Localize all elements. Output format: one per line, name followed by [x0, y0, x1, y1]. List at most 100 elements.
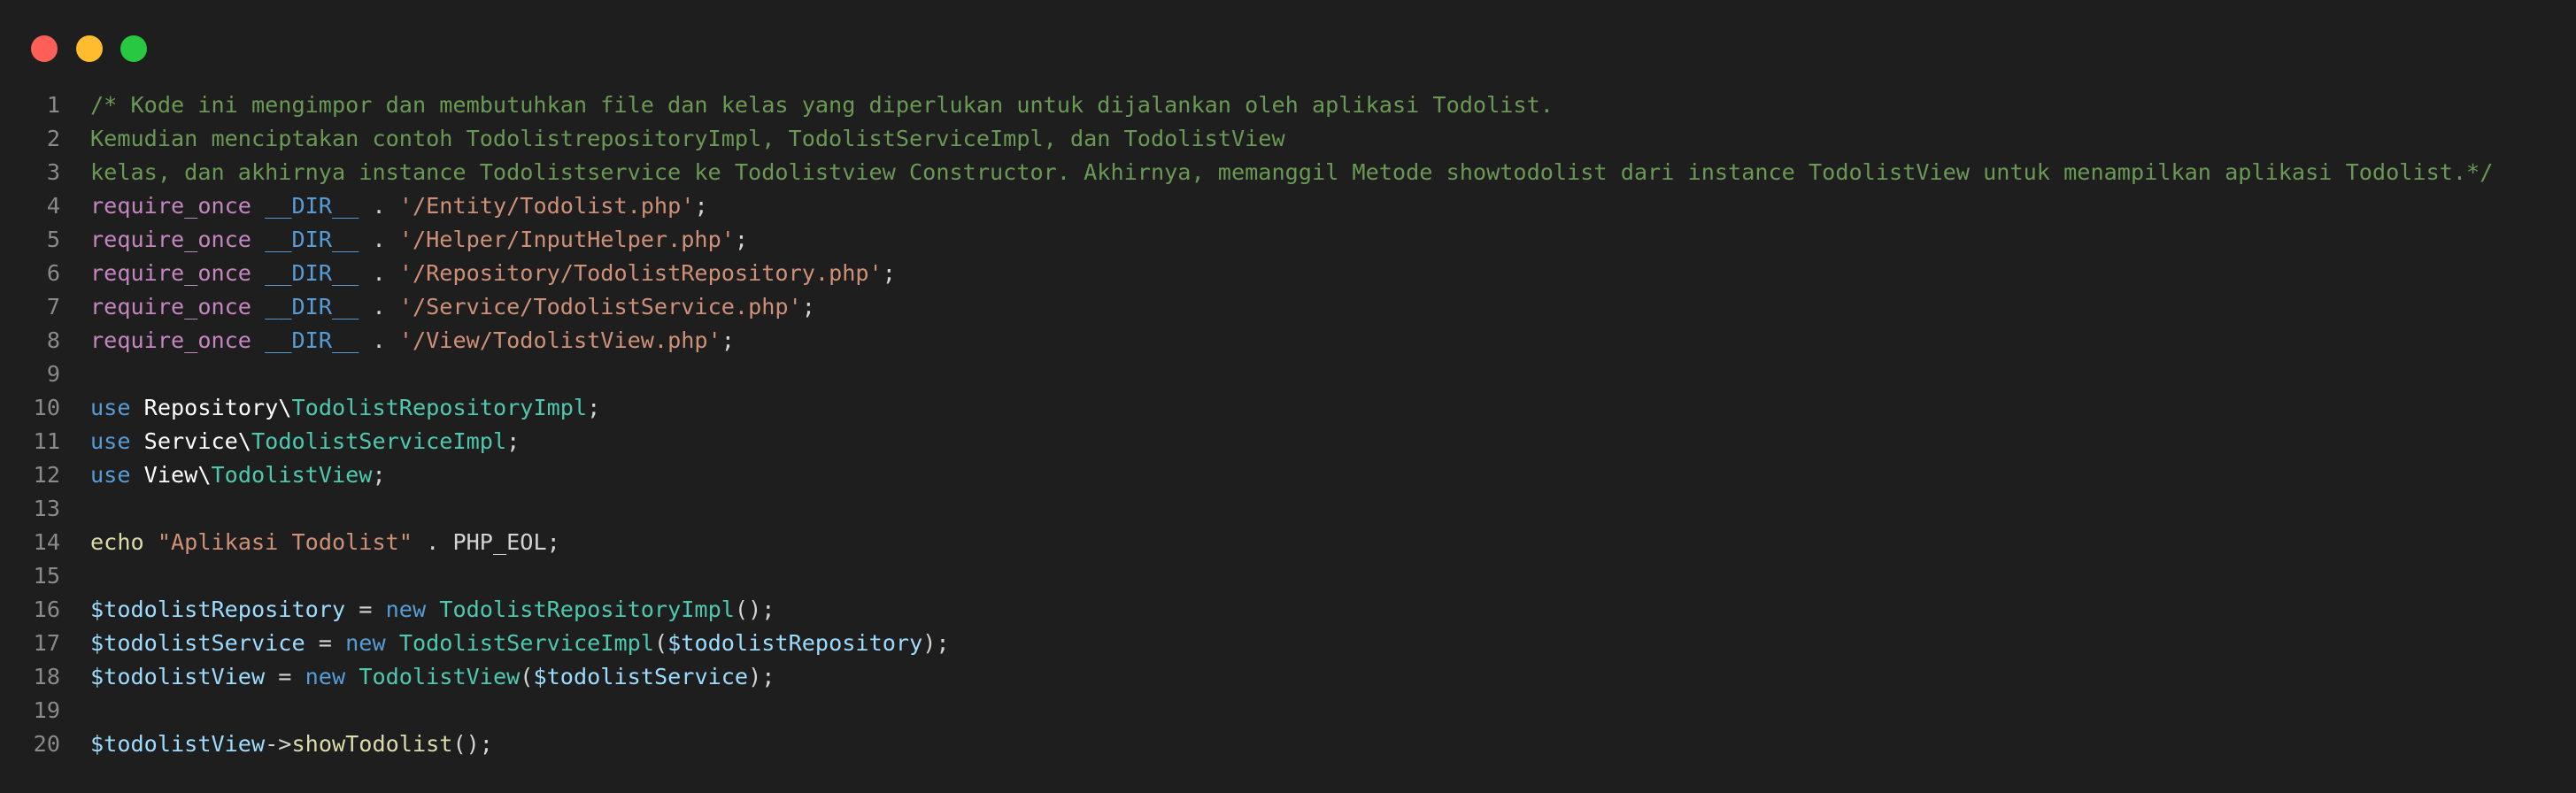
- code-token: ;: [694, 193, 708, 219]
- line-source: $todolistView = new TodolistView($todoli…: [60, 660, 775, 694]
- code-token: use: [90, 428, 131, 454]
- code-token: require_once: [90, 294, 251, 320]
- line-number: 9: [46, 361, 60, 387]
- code-token: '/Service/TodolistService.php': [398, 294, 802, 320]
- code-token: new: [305, 664, 346, 689]
- code-token: (: [653, 630, 668, 656]
- code-token: ;: [587, 395, 601, 420]
- code-token: new: [345, 630, 386, 656]
- code-token: $todolistService: [533, 664, 749, 689]
- code-token: new: [385, 597, 427, 622]
- code-token: ;: [734, 227, 749, 252]
- minimize-window-icon[interactable]: [76, 35, 103, 62]
- line-source: $todolistView->showTodolist();: [60, 728, 493, 761]
- code-token: $todolistView: [90, 731, 266, 757]
- line-source: require_once __DIR__ . '/Repository/Todo…: [60, 257, 896, 290]
- code-token: echo: [90, 529, 144, 555]
- line-source: use Repository\TodolistRepositoryImpl;: [60, 391, 600, 425]
- code-token: TodolistRepositoryImpl: [439, 597, 735, 622]
- code-token: __DIR__: [265, 327, 359, 353]
- line-source: /* Kode ini mengimpor dan membutuhkan fi…: [60, 89, 1554, 122]
- line-source: kelas, dan akhirnya instance Todolistser…: [60, 156, 2493, 189]
- code-token: TodolistView: [359, 664, 521, 689]
- code-token: '/Helper/InputHelper.php': [398, 227, 735, 252]
- line-source: use View\TodolistView;: [60, 458, 386, 492]
- line-number: 13: [33, 496, 60, 521]
- code-token: .: [359, 327, 399, 353]
- code-token: $todolistRepository: [90, 597, 346, 622]
- code-token: '/Repository/TodolistRepository.php': [398, 260, 883, 286]
- code-line: 1 /* Kode ini mengimpor dan membutuhkan f…: [0, 89, 2576, 122]
- code-token: . PHP_EOL;: [412, 529, 560, 555]
- code-token: $todolistService: [90, 630, 305, 656]
- code-token: require_once: [90, 327, 251, 353]
- code-token: ;: [721, 327, 735, 353]
- line-number: 10: [33, 395, 60, 420]
- code-token: .: [359, 294, 399, 320]
- line-number: 8: [46, 327, 60, 353]
- line-number: 2: [46, 126, 60, 151]
- code-window: 1 /* Kode ini mengimpor dan membutuhkan f…: [0, 0, 2576, 793]
- line-source: $todolistService = new TodolistServiceIm…: [60, 627, 950, 660]
- line-source: $todolistRepository = new TodolistReposi…: [60, 593, 775, 627]
- line-source: Kemudian menciptakan contoh Todolistrepo…: [60, 122, 1285, 156]
- code-token: TodolistView: [211, 462, 373, 488]
- code-line: 12 use View\TodolistView;: [0, 458, 2576, 492]
- code-line: 3 kelas, dan akhirnya instance Todolistse…: [0, 156, 2576, 189]
- code-token: .: [359, 193, 399, 219]
- code-token: .: [359, 227, 399, 252]
- close-window-icon[interactable]: [31, 35, 58, 62]
- code-token: ;: [506, 428, 521, 454]
- line-number: 7: [46, 294, 60, 320]
- line-source: [60, 358, 90, 391]
- code-token: View\: [130, 462, 212, 488]
- code-token: __DIR__: [265, 193, 359, 219]
- line-source: use Service\TodolistServiceImpl;: [60, 425, 520, 458]
- code-token: TodolistServiceImpl: [251, 428, 507, 454]
- code-token: ;: [801, 294, 815, 320]
- code-token: =: [265, 664, 305, 689]
- line-number: 3: [46, 159, 60, 185]
- code-line: 10 use Repository\TodolistRepositoryImpl;: [0, 391, 2576, 425]
- code-line: 2 Kemudian menciptakan contoh Todolistrep…: [0, 122, 2576, 156]
- code-line: 8 require_once __DIR__ . '/View/TodolistV…: [0, 324, 2576, 358]
- line-number: 19: [33, 697, 60, 723]
- code-line: 19: [0, 694, 2576, 728]
- line-number: 14: [33, 529, 60, 555]
- code-line: 13: [0, 492, 2576, 526]
- window-titlebar: [0, 0, 2576, 89]
- line-number: 6: [46, 260, 60, 286]
- code-editor: 1 /* Kode ini mengimpor dan membutuhkan f…: [0, 89, 2576, 761]
- code-token: showTodolist: [291, 731, 453, 757]
- code-token: ();: [734, 597, 775, 622]
- code-token: );: [922, 630, 950, 656]
- code-line: 6 require_once __DIR__ . '/Repository/Tod…: [0, 257, 2576, 290]
- code-token: Repository\: [130, 395, 292, 420]
- code-token: $todolistRepository: [667, 630, 923, 656]
- code-token: ->: [265, 731, 292, 757]
- line-number: 4: [46, 193, 60, 219]
- line-source: require_once __DIR__ . '/View/TodolistVi…: [60, 324, 735, 358]
- maximize-window-icon[interactable]: [120, 35, 147, 62]
- line-source: require_once __DIR__ . '/Helper/InputHel…: [60, 223, 748, 257]
- code-line: 15: [0, 559, 2576, 593]
- code-token: TodolistRepositoryImpl: [291, 395, 588, 420]
- code-token: (: [520, 664, 534, 689]
- line-number: 5: [46, 227, 60, 252]
- line-source: require_once __DIR__ . '/Service/Todolis…: [60, 290, 815, 324]
- code-token: =: [305, 630, 346, 656]
- line-number: 16: [33, 597, 60, 622]
- code-line: 11 use Service\TodolistServiceImpl;: [0, 425, 2576, 458]
- code-line: 14 echo "Aplikasi Todolist" . PHP_EOL;: [0, 526, 2576, 559]
- code-token: $todolistView: [90, 664, 266, 689]
- code-token: ();: [452, 731, 493, 757]
- code-token: Kemudian menciptakan contoh Todolistrepo…: [90, 126, 1285, 151]
- code-line: 5 require_once __DIR__ . '/Helper/InputHe…: [0, 223, 2576, 257]
